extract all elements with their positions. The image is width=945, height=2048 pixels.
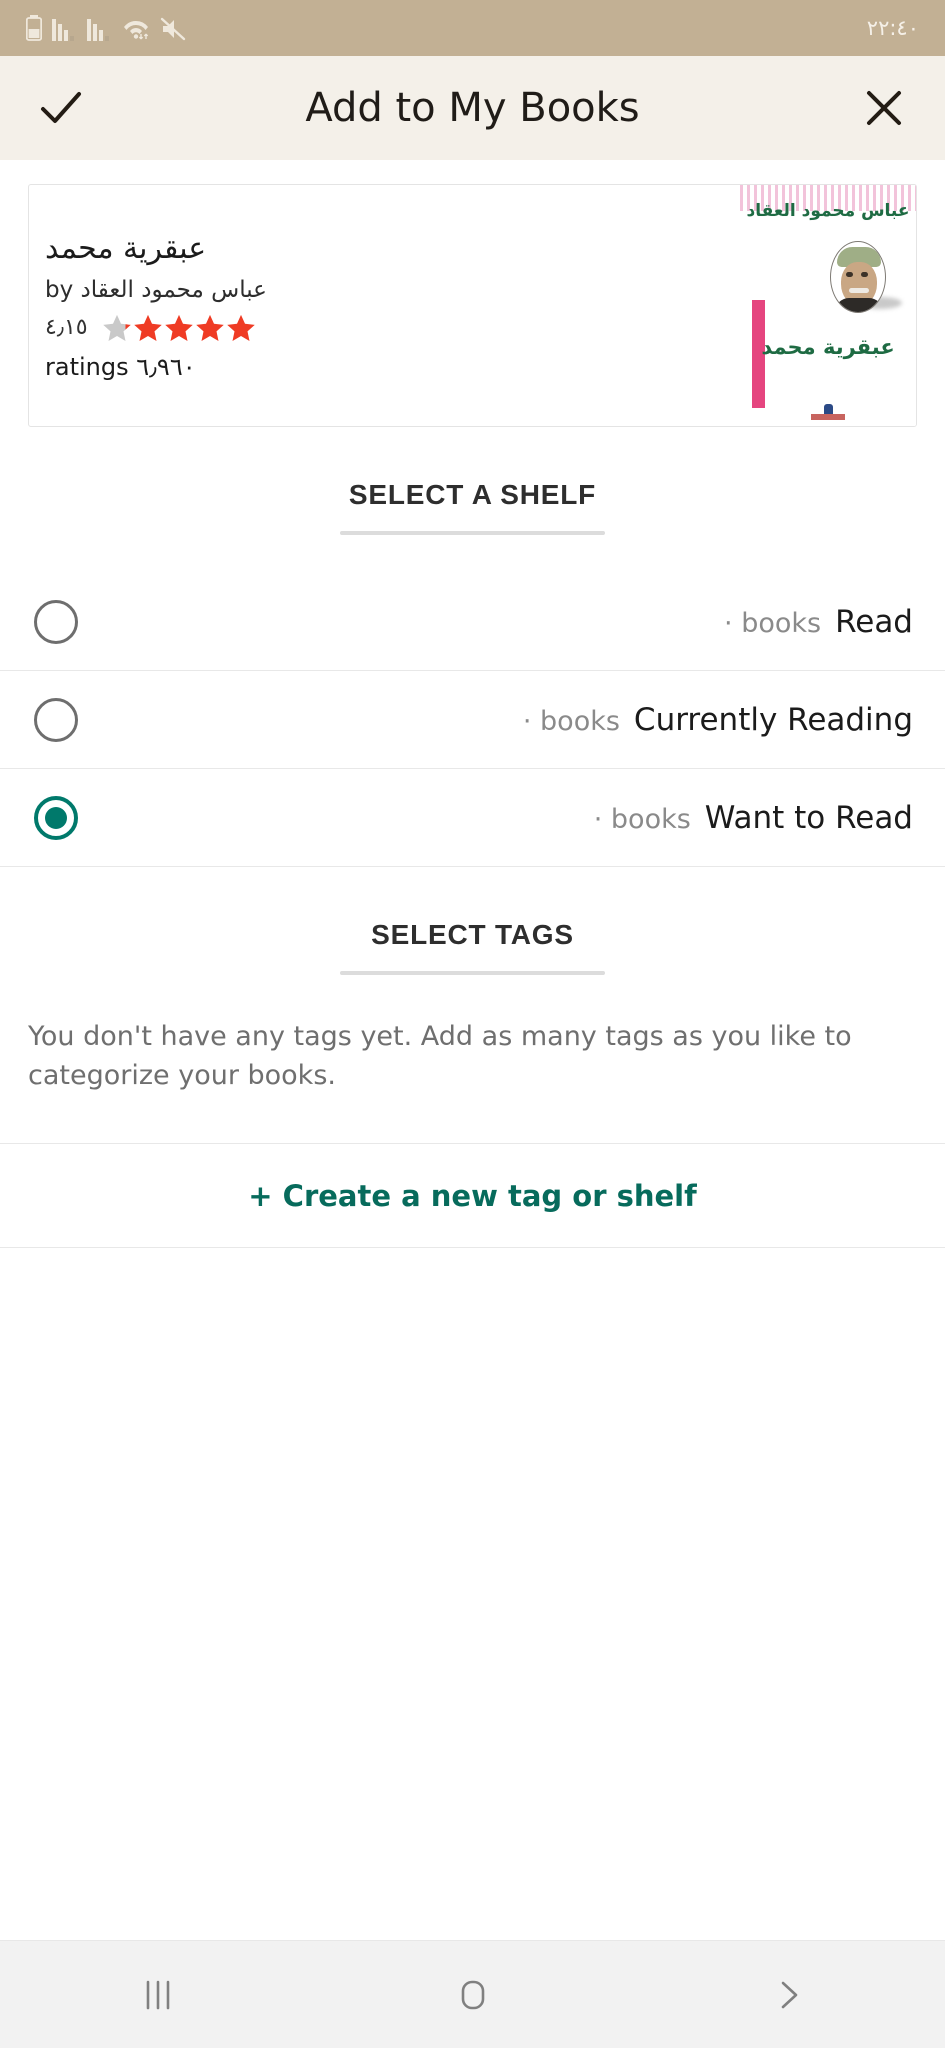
- cover-publisher-logo: [740, 404, 916, 420]
- back-chevron-icon: [771, 1977, 805, 2013]
- create-tag-or-shelf-label: + Create a new tag or shelf: [248, 1178, 697, 1213]
- shelf-radio-currently-reading[interactable]: [34, 697, 78, 742]
- shelf-count: · books: [522, 705, 620, 737]
- book-info: عبقرية محمد عباس محمود العقاد by ٤٫١٥ ٦٫…: [29, 185, 740, 426]
- shelf-row-want-to-read[interactable]: · books Want to Read: [0, 769, 945, 867]
- shelf-name: Currently Reading: [633, 701, 913, 738]
- shelf-row-read[interactable]: · books Read: [0, 573, 945, 671]
- star-icon: [226, 313, 256, 343]
- status-bar: ٢٢:٤٠: [0, 0, 945, 56]
- book-rating-row: ٤٫١٥: [45, 313, 256, 343]
- shelf-count: · books: [593, 803, 691, 835]
- shelf-name: Want to Read: [704, 799, 913, 836]
- cover-portrait-icon: [830, 241, 886, 313]
- cover-title-text: عبقرية محمد: [761, 335, 895, 359]
- page-title: Add to My Books: [305, 85, 640, 131]
- shelf-labels: · books Want to Read: [78, 800, 917, 836]
- shelf-count: · books: [724, 607, 822, 639]
- tags-empty-message: You don't have any tags yet. Add as many…: [28, 1021, 852, 1092]
- portrait-suit: [835, 298, 883, 312]
- star-icon-partial: [102, 313, 132, 343]
- star-rating: [102, 313, 256, 343]
- signal-sim1-icon: [51, 17, 77, 41]
- ratings-count: ٦٫٩٦٠ ratings: [45, 352, 196, 381]
- close-icon: [863, 87, 905, 129]
- portrait-eye-left: [846, 272, 853, 277]
- shelf-name: Read: [835, 603, 913, 640]
- cover-author-text: عباس محمود العقاد: [746, 201, 911, 221]
- shelf-radio-read[interactable]: [34, 599, 78, 644]
- battery-icon: [26, 15, 42, 41]
- main-content: عباس محمود العقاد عبقرية محمد عبقرية محم…: [0, 160, 945, 1940]
- status-bar-icons: [26, 15, 186, 41]
- shelf-labels: · books Currently Reading: [78, 702, 917, 738]
- confirm-button[interactable]: [30, 77, 92, 139]
- shelf-labels: · books Read: [78, 604, 917, 640]
- close-button[interactable]: [853, 77, 915, 139]
- shelf-section-header: SELECT A SHELF: [0, 479, 945, 535]
- mute-icon: [160, 17, 186, 41]
- tags-section-title: SELECT TAGS: [371, 919, 574, 950]
- star-icon: [133, 313, 163, 343]
- book-summary-card[interactable]: عباس محمود العقاد عبقرية محمد عبقرية محم…: [28, 184, 917, 427]
- portrait-mustache: [849, 288, 869, 293]
- shelf-radio-want-to-read[interactable]: [34, 795, 78, 840]
- system-nav-bar: [0, 1940, 945, 2048]
- home-button[interactable]: [413, 1941, 533, 2048]
- back-button[interactable]: [728, 1941, 848, 2048]
- recents-icon: [141, 1977, 175, 2013]
- tags-section-divider: [340, 971, 605, 975]
- signal-sim2-icon: [86, 17, 112, 41]
- rating-value: ٤٫١٥: [45, 315, 88, 340]
- portrait-eye-right: [861, 272, 868, 277]
- shelf-section-title: SELECT A SHELF: [348, 479, 597, 510]
- check-icon: [39, 88, 83, 128]
- app-bar: Add to My Books: [0, 56, 945, 160]
- book-cover-image: عباس محمود العقاد عبقرية محمد: [740, 185, 916, 426]
- shelf-section-divider: [340, 531, 605, 535]
- home-icon: [456, 1977, 490, 2013]
- app-screen: ٢٢:٤٠ Add to My Books عباس محمود العقاد …: [0, 0, 945, 2048]
- status-bar-clock: ٢٢:٤٠: [866, 16, 919, 40]
- logo-base: [811, 414, 845, 420]
- book-author: عباس محمود العقاد by: [45, 276, 267, 303]
- create-tag-or-shelf-button[interactable]: + Create a new tag or shelf: [0, 1143, 945, 1249]
- star-icon: [195, 313, 225, 343]
- shelf-list: · books Read · books Currently Reading ·…: [0, 573, 945, 867]
- tags-section-header: SELECT TAGS: [0, 919, 945, 975]
- book-cover-wrap: عباس محمود العقاد عبقرية محمد: [740, 185, 916, 426]
- wifi-icon: [121, 15, 151, 41]
- status-bar-right: ٢٢:٤٠: [867, 16, 919, 40]
- shelf-row-currently-reading[interactable]: · books Currently Reading: [0, 671, 945, 769]
- recents-button[interactable]: [98, 1941, 218, 2048]
- book-title: عبقرية محمد: [45, 230, 207, 266]
- star-icon: [164, 313, 194, 343]
